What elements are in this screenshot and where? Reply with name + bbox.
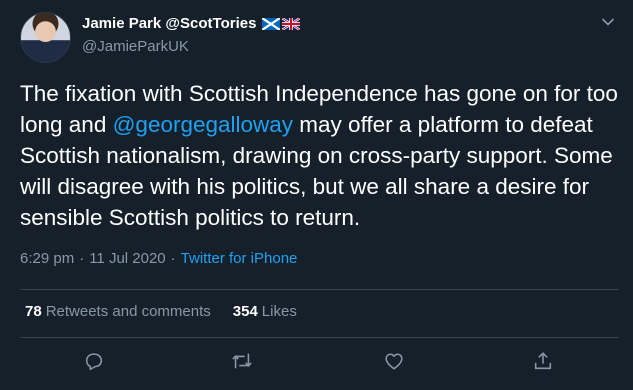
mention-link[interactable]: @georgegalloway [113,112,293,137]
avatar[interactable] [20,12,71,63]
tweet-meta: 6:29 pm · 11 Jul 2020 · Twitter for iPho… [20,250,297,267]
tweet-text: The fixation with Scottish Independence … [20,78,620,233]
retweets-count: 78 [25,303,42,320]
reply-icon[interactable] [83,350,105,372]
separator: · [170,250,176,267]
author-row: Jamie Park @ScotTories [82,15,301,32]
divider [20,289,619,290]
like-icon[interactable] [383,350,405,372]
tweet-stats: 78 Retweets and comments 354 Likes [25,303,297,320]
source-link[interactable]: Twitter for iPhone [181,250,298,267]
divider [20,337,619,338]
handle[interactable]: @JamieParkUK [82,38,189,55]
chevron-down-icon[interactable] [600,14,616,30]
display-name[interactable]: Jamie Park @ScotTories [82,15,256,32]
action-bar [0,350,633,374]
retweet-icon[interactable] [231,350,253,372]
tweet-time[interactable]: 6:29 pm [20,250,74,267]
likes-label: Likes [261,303,297,320]
tweet-card: Jamie Park @ScotTories @JamieParkUK The … [0,0,633,390]
share-icon[interactable] [532,350,554,372]
flags [262,17,301,30]
retweets-stat[interactable]: 78 Retweets and comments [25,303,211,320]
scotland-flag-icon [262,17,281,30]
union-jack-flag-icon [282,17,301,30]
tweet-date[interactable]: 11 Jul 2020 [89,250,165,267]
likes-count: 354 [232,303,258,320]
retweets-label: Retweets and comments [45,303,211,320]
separator: · [79,250,85,267]
likes-stat[interactable]: 354 Likes [233,303,297,320]
